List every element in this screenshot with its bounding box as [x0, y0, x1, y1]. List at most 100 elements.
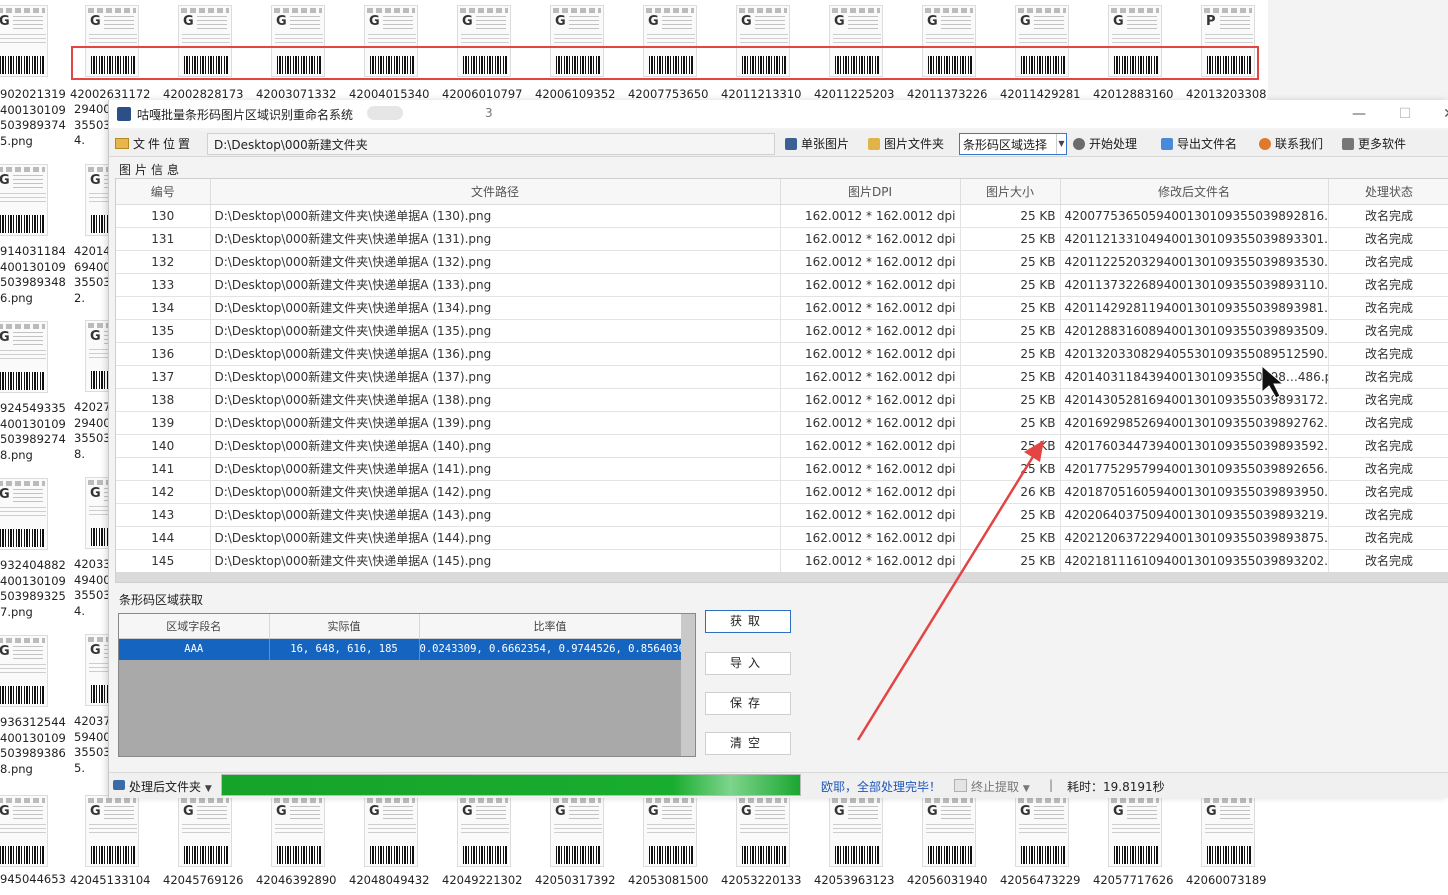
clear-button[interactable]: 清空 — [705, 732, 791, 755]
label-text-lines — [833, 34, 881, 46]
file-name-left: 932404882 — [0, 558, 66, 572]
thumbnail-image[interactable]: G — [0, 321, 48, 393]
table-row[interactable]: 131 D:\Desktop\000新建文件夹\快递单据A (131).png 16… — [116, 227, 1448, 251]
table-row[interactable]: 130 D:\Desktop\000新建文件夹\快递单据A (130).png 16… — [116, 204, 1448, 228]
table-cell: 42007753650594001301093550398928​16.png — [1060, 204, 1329, 228]
status-message: 欧耶，全部处理完毕！ — [821, 780, 942, 794]
column-header-2[interactable]: 图片DPI — [780, 179, 961, 205]
label-text-lines — [13, 646, 43, 660]
table-cell: 改名完成 — [1328, 434, 1448, 458]
region-select-dropdown[interactable]: 条形码区域选择 ▼ — [959, 133, 1067, 155]
thumbnail-image[interactable]: G — [643, 795, 697, 867]
label-header — [925, 8, 973, 13]
close-button[interactable]: ✕ — [1439, 104, 1448, 124]
thumbnail-image[interactable]: G — [550, 795, 604, 867]
table-row[interactable]: 133 D:\Desktop\000新建文件夹\快递单据A (133).png 16… — [116, 273, 1448, 297]
column-header-5[interactable]: 处理状态 — [1328, 179, 1448, 205]
output-folder-dropdown[interactable]: 处理后文件夹 ▼ — [129, 778, 212, 795]
image-folder-button[interactable]: 图片文件夹 — [868, 135, 944, 152]
table-row[interactable]: 132 D:\Desktop\000新建文件夹\快递单据A (132).png 16… — [116, 250, 1448, 274]
thumbnail-image[interactable]: G — [1015, 795, 1069, 867]
table-row[interactable]: 145 D:\Desktop\000新建文件夹\快递单据A (145).png 16… — [116, 549, 1448, 573]
fetch-button[interactable]: 获取 — [705, 610, 791, 633]
export-filenames-button[interactable]: 导出文件名 — [1161, 135, 1237, 152]
table-cell: 改名完成 — [1328, 227, 1448, 251]
table-row[interactable]: 138 D:\Desktop\000新建文件夹\快递单据A (138).png 16… — [116, 388, 1448, 412]
file-name-second: 29400 — [74, 102, 111, 116]
camera-icon — [113, 780, 125, 790]
table-cell: 130 — [116, 204, 211, 228]
thumbnail-image[interactable]: G — [457, 795, 511, 867]
column-header-0[interactable]: 编号 — [116, 179, 211, 205]
carrier-logo: G — [927, 804, 938, 819]
table-cell: 25 KB — [960, 319, 1061, 343]
import-button[interactable]: 导入 — [705, 652, 791, 675]
thumbnail-image[interactable]: G — [1108, 795, 1162, 867]
file-name-second: 42037 — [74, 714, 111, 728]
column-header-3[interactable]: 图片大小 — [960, 179, 1061, 205]
file-name: 42012883160 — [1093, 87, 1174, 101]
thumbnail-image[interactable]: G — [364, 795, 418, 867]
table-row[interactable]: 144 D:\Desktop\000新建文件夹\快递单据A (144).png 16… — [116, 526, 1448, 550]
thumbnail-image[interactable]: G — [0, 635, 48, 707]
vertical-scrollbar[interactable] — [681, 614, 695, 756]
thumbnail-image[interactable]: G — [0, 478, 48, 550]
barcode — [928, 846, 972, 864]
thumbnail-image[interactable]: G — [736, 795, 790, 867]
thumbnail-image[interactable]: G — [178, 795, 232, 867]
table-row[interactable]: 139 D:\Desktop\000新建文件夹\快递单据A (139).png 16… — [116, 411, 1448, 435]
more-software-button[interactable]: 更多软件 — [1342, 135, 1406, 152]
thumbnail-image[interactable]: G — [0, 795, 48, 867]
thumbnail-image[interactable]: G — [922, 795, 976, 867]
label-text-lines — [1034, 806, 1064, 820]
image-info-table[interactable]: 编号 文件路径 图片DPI 图片大小 修改后文件名 处理状态 130 D:\Desktop\… — [115, 178, 1448, 583]
file-name-left: 902021319 — [0, 87, 66, 101]
table-cell: 420113732268940013010935503989311​0.png — [1060, 273, 1329, 297]
table-cell: D:\Desktop\000新建文件夹\快递单据A (145).png — [210, 549, 781, 573]
folder-path-input[interactable]: D:\Desktop\000新建文件夹 — [207, 133, 775, 155]
barcode — [0, 372, 44, 390]
table-row[interactable]: 141 D:\Desktop\000新建文件夹\快递单据A (141).png 16… — [116, 457, 1448, 481]
minimize-button[interactable]: — — [1349, 104, 1369, 124]
label-text-lines — [1112, 34, 1160, 46]
file-name: 42002828173 — [163, 87, 244, 101]
table-row[interactable]: 136 D:\Desktop\000新建文件夹\快递单据A (136).png 16… — [116, 342, 1448, 366]
table-row[interactable]: 140 D:\Desktop\000新建文件夹\快递单据A (140).png 16… — [116, 434, 1448, 458]
region-column-header-1[interactable]: 实际值 — [269, 614, 420, 639]
carrier-logo: G — [927, 14, 938, 29]
thumbnail-image[interactable]: G — [85, 795, 139, 867]
single-image-button[interactable]: 单张图片 — [785, 135, 849, 152]
start-processing-button[interactable]: 开始处理 — [1073, 135, 1137, 152]
region-column-header-2[interactable]: 比率值 — [419, 614, 682, 639]
carrier-logo: G — [555, 804, 566, 819]
region-column-header-0[interactable]: 区域字段名 — [119, 614, 270, 639]
region-table[interactable]: 区域字段名 实际值 比率值 AAA 16, 648, 616, 185 0.024330… — [118, 613, 696, 757]
table-row[interactable]: 143 D:\Desktop\000新建文件夹\快递单据A (143).png 16… — [116, 503, 1448, 527]
title-bar[interactable]: 咕嘎批量条形码图片区域识别重命名系统 3 — ☐ ✕ — [109, 100, 1448, 128]
table-cell: 420128831608940013010935503989350​9.png — [1060, 319, 1329, 343]
carrier-logo: G — [648, 804, 659, 819]
horizontal-scrollbar[interactable] — [116, 572, 1448, 582]
stop-extract-checkbox[interactable] — [954, 779, 967, 792]
thumbnail-image[interactable]: G — [0, 5, 48, 77]
barcode — [649, 846, 693, 864]
thumbnail-image[interactable]: G — [829, 795, 883, 867]
thumbnail-image[interactable]: G — [0, 164, 48, 236]
table-row[interactable]: 142 D:\Desktop\000新建文件夹\快递单据A (142).png 16… — [116, 480, 1448, 504]
carrier-logo: G — [90, 486, 101, 501]
region-row[interactable]: AAA 16, 648, 616, 185 0.0243309, 0.6662354… — [119, 638, 682, 660]
thumbnail-image[interactable]: G — [1201, 795, 1255, 867]
column-header-4[interactable]: 修改后文件名 — [1060, 179, 1329, 205]
maximize-button[interactable]: ☐ — [1395, 104, 1415, 124]
table-cell: 140 — [116, 434, 211, 458]
thumbnail-image[interactable]: G — [271, 795, 325, 867]
table-cell: 25 KB — [960, 388, 1061, 412]
table-row[interactable]: 137 D:\Desktop\000新建文件夹\快递单据A (137).png 16… — [116, 365, 1448, 389]
contact-us-button[interactable]: 联系我们 — [1259, 135, 1323, 152]
save-button[interactable]: 保存 — [705, 692, 791, 715]
table-row[interactable]: 135 D:\Desktop\000新建文件夹\快递单据A (135).png 16… — [116, 319, 1448, 343]
table-row[interactable]: 134 D:\Desktop\000新建文件夹\快递单据A (134).png 16… — [116, 296, 1448, 320]
column-header-1[interactable]: 文件路径 — [210, 179, 781, 205]
window-title: 咕嘎批量条形码图片区域识别重命名系统 — [137, 108, 354, 122]
table-cell: 143 — [116, 503, 211, 527]
